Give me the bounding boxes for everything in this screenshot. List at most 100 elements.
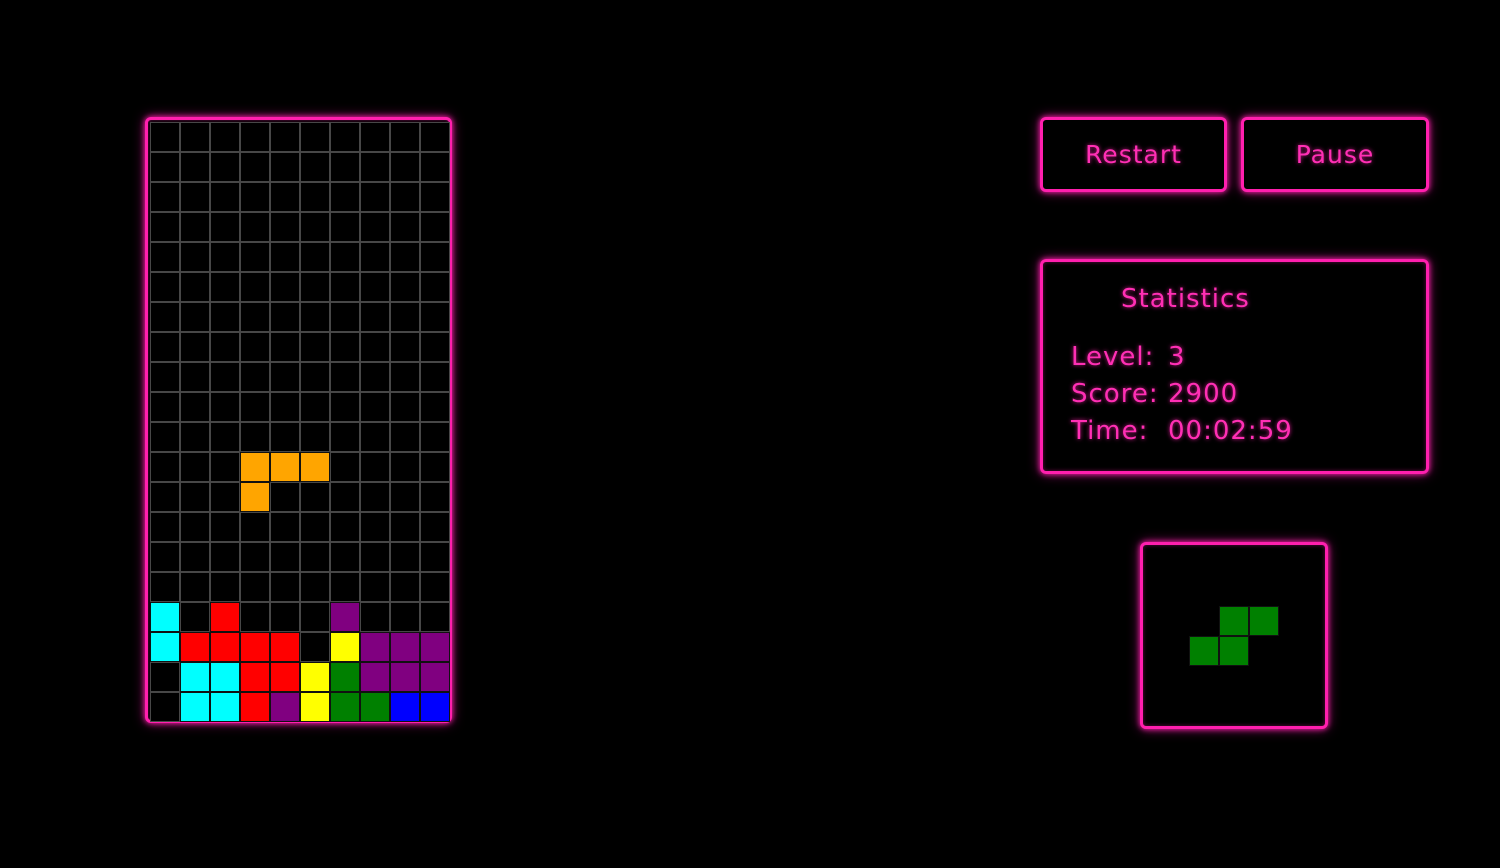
empty-cell — [180, 182, 210, 212]
block-S — [330, 692, 360, 722]
empty-cell — [390, 272, 420, 302]
empty-cell — [300, 152, 330, 182]
block-J — [420, 692, 450, 722]
empty-cell — [300, 602, 330, 632]
empty-cell — [150, 392, 180, 422]
empty-cell — [240, 302, 270, 332]
empty-cell — [300, 542, 330, 572]
block-Z — [240, 692, 270, 722]
empty-cell — [330, 482, 360, 512]
pause-button[interactable]: Pause — [1241, 117, 1429, 192]
empty-cell — [240, 152, 270, 182]
empty-cell — [330, 212, 360, 242]
empty-cell — [390, 572, 420, 602]
empty-cell — [180, 332, 210, 362]
next-piece-preview — [1140, 542, 1328, 729]
block-T — [270, 692, 300, 722]
statistics-panel: Statistics Level: 3 Score: 2900 Time: 00:02… — [1040, 259, 1429, 474]
empty-cell — [210, 122, 240, 152]
empty-cell — [270, 212, 300, 242]
score-value: 2900 — [1168, 379, 1239, 409]
empty-cell — [360, 542, 390, 572]
empty-cell — [390, 512, 420, 542]
block-O — [330, 632, 360, 662]
empty-cell — [360, 392, 390, 422]
empty-cell — [210, 182, 240, 212]
empty-cell — [360, 512, 390, 542]
empty-cell — [330, 302, 360, 332]
empty-cell — [330, 392, 360, 422]
empty-cell — [210, 542, 240, 572]
empty-cell — [240, 602, 270, 632]
empty-cell — [300, 122, 330, 152]
empty-cell — [420, 422, 450, 452]
empty-cell — [240, 392, 270, 422]
empty-cell — [390, 482, 420, 512]
empty-cell — [150, 242, 180, 272]
empty-cell — [300, 302, 330, 332]
empty-cell — [300, 632, 330, 662]
empty-cell — [420, 602, 450, 632]
empty-cell — [180, 122, 210, 152]
empty-cell — [150, 542, 180, 572]
empty-cell — [420, 212, 450, 242]
block-Z — [270, 632, 300, 662]
empty-cell — [150, 692, 180, 722]
empty-cell — [360, 272, 390, 302]
block-S — [330, 662, 360, 692]
block-I — [150, 632, 180, 662]
empty-cell — [210, 422, 240, 452]
empty-cell — [150, 182, 180, 212]
block-L — [300, 452, 330, 482]
empty-cell — [150, 512, 180, 542]
block-Z — [210, 602, 240, 632]
empty-cell — [150, 272, 180, 302]
empty-cell — [330, 182, 360, 212]
empty-cell — [270, 542, 300, 572]
empty-cell — [240, 422, 270, 452]
restart-button[interactable]: Restart — [1040, 117, 1227, 192]
empty-cell — [270, 482, 300, 512]
empty-cell — [360, 362, 390, 392]
time-label: Time: — [1071, 416, 1149, 446]
empty-cell — [420, 152, 450, 182]
block-T — [360, 632, 390, 662]
block-Z — [240, 632, 270, 662]
empty-cell — [150, 152, 180, 182]
block-J — [390, 692, 420, 722]
empty-cell — [180, 272, 210, 302]
time-row: Time: 00:02:59 — [1071, 416, 1293, 446]
empty-cell — [330, 542, 360, 572]
empty-cell — [240, 242, 270, 272]
empty-cell — [390, 122, 420, 152]
empty-cell — [150, 482, 180, 512]
next-block-S — [1219, 636, 1249, 666]
empty-cell — [360, 422, 390, 452]
empty-cell — [300, 272, 330, 302]
empty-cell — [180, 602, 210, 632]
empty-cell — [330, 362, 360, 392]
empty-cell — [240, 212, 270, 242]
empty-cell — [150, 122, 180, 152]
empty-cell — [150, 362, 180, 392]
empty-cell — [300, 362, 330, 392]
empty-cell — [180, 212, 210, 242]
empty-cell — [210, 272, 240, 302]
playfield-grid — [150, 122, 450, 722]
empty-cell — [240, 272, 270, 302]
block-L — [240, 452, 270, 482]
empty-cell — [390, 602, 420, 632]
empty-cell — [270, 302, 300, 332]
empty-cell — [420, 512, 450, 542]
block-Z — [180, 632, 210, 662]
empty-cell — [150, 662, 180, 692]
empty-cell — [360, 242, 390, 272]
empty-cell — [300, 482, 330, 512]
empty-cell — [390, 332, 420, 362]
empty-cell — [300, 392, 330, 422]
statistics-title: Statistics — [1121, 284, 1250, 314]
empty-cell — [210, 452, 240, 482]
empty-cell — [390, 212, 420, 242]
empty-cell — [330, 122, 360, 152]
empty-cell — [420, 332, 450, 362]
